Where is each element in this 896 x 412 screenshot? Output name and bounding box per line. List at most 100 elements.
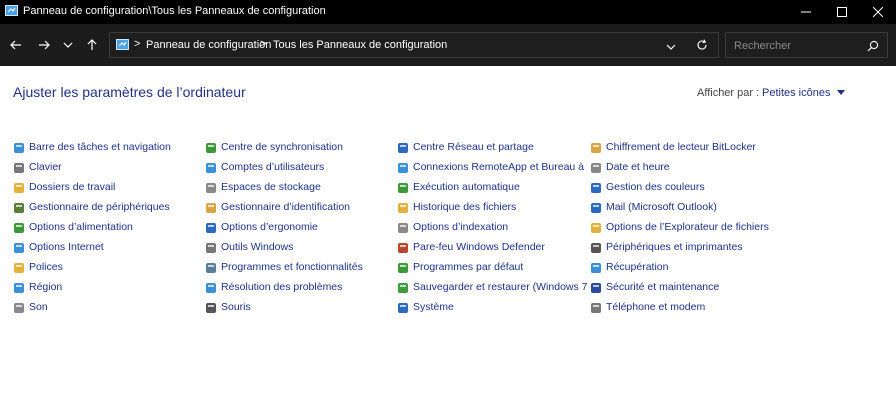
forward-button[interactable]: [34, 35, 54, 55]
user-accounts-icon: [205, 161, 217, 173]
control-panel-item[interactable]: Mail (Microsoft Outlook): [590, 197, 780, 217]
taskbar-icon: [13, 141, 25, 153]
title-bar: Panneau de configuration\Tous les Pannea…: [0, 0, 896, 24]
control-panel-item[interactable]: Comptes d’utilisateurs: [205, 157, 395, 177]
minimize-button[interactable]: [786, 0, 826, 24]
control-panel-item[interactable]: Connexions RemoteApp et Bureau à ...: [397, 157, 587, 177]
control-panel-item[interactable]: Options d’indexation: [397, 217, 587, 237]
control-panel-item[interactable]: Téléphone et modem: [590, 297, 780, 317]
address-dropdown-button[interactable]: [666, 39, 680, 53]
control-panel-item[interactable]: Système: [397, 297, 587, 317]
region-icon: [13, 281, 25, 293]
system-icon: [397, 301, 409, 313]
control-panel-item-label: Espaces de stockage: [221, 181, 321, 193]
control-panel-item-label: Mail (Microsoft Outlook): [606, 201, 717, 213]
up-button[interactable]: [82, 35, 102, 55]
recent-locations-button[interactable]: [58, 35, 78, 55]
control-panel-item[interactable]: Sauvegarder et restaurer (Windows 7): [397, 277, 587, 297]
control-panel-item[interactable]: Centre de synchronisation: [205, 137, 395, 157]
windows-tools-icon: [205, 241, 217, 253]
control-panel-item[interactable]: Gestionnaire de périphériques: [13, 197, 203, 217]
control-panel-item-label: Récupération: [606, 261, 669, 273]
bitlocker-icon: [590, 141, 602, 153]
control-panel-item[interactable]: Options d’alimentation: [13, 217, 203, 237]
remoteapp-icon: [397, 161, 409, 173]
control-panel-item[interactable]: Gestion des couleurs: [590, 177, 780, 197]
control-panel-item-label: Sauvegarder et restaurer (Windows 7): [413, 281, 587, 293]
firewall-icon: [397, 241, 409, 253]
control-panel-item-label: Pare-feu Windows Defender: [413, 241, 545, 253]
control-panel-item[interactable]: Exécution automatique: [397, 177, 587, 197]
control-panel-item-label: Résolution des problèmes: [221, 281, 343, 293]
fonts-icon: [13, 261, 25, 273]
control-panel-items: Barre des tâches et navigation Clavier Dos…: [13, 137, 893, 317]
control-panel-icon: [116, 39, 129, 50]
control-panel-item-label: Périphériques et imprimantes: [606, 241, 743, 253]
control-panel-item[interactable]: Dossiers de travail: [13, 177, 203, 197]
control-panel-item[interactable]: Barre des tâches et navigation: [13, 137, 203, 157]
control-panel-item[interactable]: Clavier: [13, 157, 203, 177]
recovery-icon: [590, 261, 602, 273]
ease-of-access-icon: [205, 221, 217, 233]
control-panel-item[interactable]: Programmes par défaut: [397, 257, 587, 277]
control-panel-item[interactable]: Historique des fichiers: [397, 197, 587, 217]
control-panel-item-label: Région: [29, 281, 63, 293]
view-by-label: Afficher par :: [697, 87, 760, 99]
control-panel-item[interactable]: Récupération: [590, 257, 780, 277]
control-panel-item-label: Programmes par défaut: [413, 261, 524, 273]
control-panel-item-label: Date et heure: [606, 161, 670, 173]
control-panel-item[interactable]: Options Internet: [13, 237, 203, 257]
control-panel-item[interactable]: Pare-feu Windows Defender: [397, 237, 587, 257]
control-panel-item[interactable]: Son: [13, 297, 203, 317]
page-title: Ajuster les paramètres de l’ordinateur: [13, 84, 246, 100]
minimize-icon: [801, 11, 811, 13]
search-button[interactable]: [867, 39, 880, 52]
close-button[interactable]: [858, 0, 896, 24]
breadcrumb-all-control-panel-items[interactable]: Tous les Panneaux de configuration: [273, 39, 447, 51]
close-icon: [873, 7, 883, 17]
backup-icon: [397, 281, 409, 293]
control-panel-item-label: Options d’indexation: [413, 221, 509, 233]
control-panel-item[interactable]: Périphériques et imprimantes: [590, 237, 780, 257]
control-panel-item[interactable]: Programmes et fonctionnalités: [205, 257, 395, 277]
control-panel-item[interactable]: Date et heure: [590, 157, 780, 177]
control-panel-item-label: Téléphone et modem: [606, 301, 706, 313]
control-panel-item-label: Options d’alimentation: [29, 221, 133, 233]
arrow-right-icon: [39, 40, 50, 50]
view-by-dropdown[interactable]: Petites icônes: [762, 87, 845, 99]
breadcrumb-control-panel[interactable]: Panneau de configuration: [146, 39, 271, 51]
items-column-1: Barre des tâches et navigation Clavier Dos…: [13, 137, 203, 317]
control-panel-item-label: Dossiers de travail: [29, 181, 116, 193]
refresh-button[interactable]: [696, 38, 710, 52]
search-box: [725, 32, 888, 58]
arrow-up-icon: [87, 39, 97, 50]
control-panel-item-label: Connexions RemoteApp et Bureau à ...: [413, 161, 587, 173]
control-panel-item-label: Polices: [29, 261, 63, 273]
control-panel-item[interactable]: Sécurité et maintenance: [590, 277, 780, 297]
control-panel-item-label: Sécurité et maintenance: [606, 281, 720, 293]
control-panel-item[interactable]: Polices: [13, 257, 203, 277]
control-panel-item[interactable]: Centre Réseau et partage: [397, 137, 587, 157]
control-panel-item[interactable]: Chiffrement de lecteur BitLocker: [590, 137, 780, 157]
control-panel-icon: [5, 5, 18, 16]
control-panel-item-label: Clavier: [29, 161, 62, 173]
breadcrumb-separator: >: [134, 38, 141, 50]
control-panel-item[interactable]: Gestionnaire d’identification: [205, 197, 395, 217]
control-panel-item[interactable]: Souris: [205, 297, 395, 317]
control-panel-item[interactable]: Outils Windows: [205, 237, 395, 257]
mouse-icon: [205, 301, 217, 313]
date-time-icon: [590, 161, 602, 173]
maximize-icon: [837, 7, 847, 17]
control-panel-item[interactable]: Options d’ergonomie: [205, 217, 395, 237]
autoplay-icon: [397, 181, 409, 193]
maximize-button[interactable]: [822, 0, 862, 24]
control-panel-item[interactable]: Options de l’Explorateur de fichiers: [590, 217, 780, 237]
control-panel-item[interactable]: Région: [13, 277, 203, 297]
control-panel-item[interactable]: Espaces de stockage: [205, 177, 395, 197]
search-input[interactable]: [732, 37, 861, 55]
breadcrumb-separator: >: [260, 38, 267, 50]
items-column-4: Chiffrement de lecteur BitLocker Date et …: [590, 137, 780, 317]
back-button[interactable]: [6, 35, 26, 55]
address-bar[interactable]: > Panneau de configuration > Tous les Pa…: [109, 32, 719, 58]
control-panel-item[interactable]: Résolution des problèmes: [205, 277, 395, 297]
